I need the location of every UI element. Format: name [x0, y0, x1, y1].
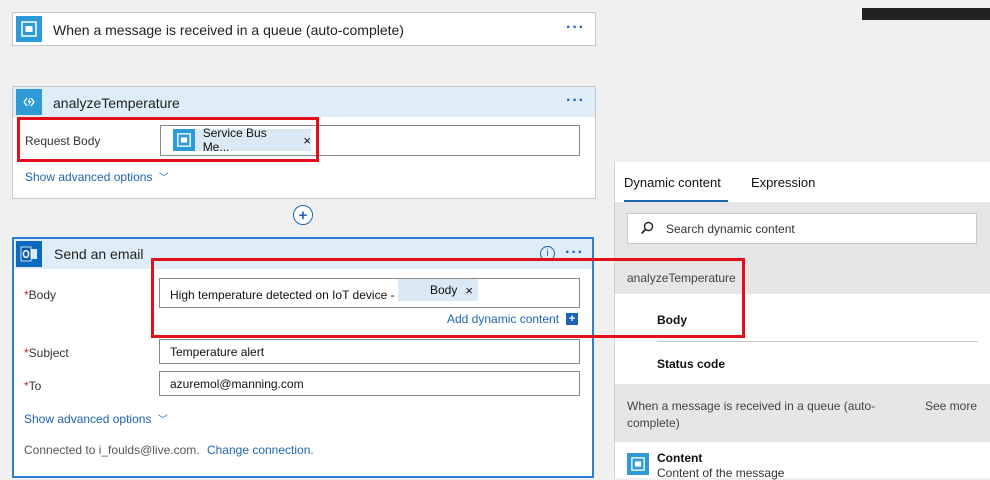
to-label-text: To — [28, 379, 42, 393]
send-email-card: Send an email i ··· *Body High temperatu… — [12, 237, 594, 478]
subject-label-text: Subject — [28, 346, 69, 360]
send-email-more-button[interactable]: ··· — [565, 244, 584, 262]
analyze-advanced-options-label: Show advanced options — [25, 170, 153, 184]
request-body-label: Request Body — [25, 134, 101, 148]
dynamic-item-body-label: Body — [657, 313, 687, 327]
to-value: azuremol@manning.com — [170, 377, 304, 391]
body-label-text: Body — [28, 288, 57, 302]
dynamic-item-content-title: Content — [657, 451, 703, 465]
to-label: *To — [24, 379, 41, 393]
body-token[interactable]: Body × — [398, 279, 478, 301]
see-more-link[interactable]: See more — [925, 399, 977, 413]
email-advanced-options-link[interactable]: Show advanced options ﹀ — [24, 411, 168, 426]
azure-function-icon — [16, 89, 42, 115]
dynamic-content-panel: Dynamic content Expression Search dynami… — [614, 162, 990, 480]
tab-dynamic-content-label: Dynamic content — [624, 175, 721, 190]
group-trigger-title: When a message is received in a queue (a… — [627, 399, 876, 430]
group-analyze-title: analyzeTemperature — [627, 271, 736, 285]
subject-value: Temperature alert — [170, 345, 265, 359]
dynamic-item-status-code[interactable]: Status code — [615, 342, 990, 384]
chevron-down-icon: ﹀ — [158, 173, 169, 184]
send-email-title: Send an email — [54, 246, 144, 262]
service-bus-icon — [16, 16, 42, 42]
body-field[interactable]: High temperature detected on IoT device … — [159, 278, 580, 308]
connection-info: Connected to i_foulds@live.com. Change c… — [24, 443, 314, 457]
tab-expression[interactable]: Expression — [751, 175, 815, 190]
info-icon-glyph: i — [546, 248, 549, 259]
add-dynamic-content-icon: + — [566, 313, 579, 325]
connected-text: Connected to i_foulds@live.com. — [24, 443, 200, 457]
analyze-title: analyzeTemperature — [53, 95, 180, 111]
add-dynamic-content-label: Add dynamic content — [447, 312, 560, 326]
analyze-card-header[interactable]: analyzeTemperature ··· — [13, 87, 595, 117]
dynamic-item-status-code-label: Status code — [657, 357, 726, 371]
group-analyze-header: analyzeTemperature — [615, 254, 990, 294]
body-token-close-icon[interactable]: × — [465, 283, 473, 298]
trigger-card[interactable]: When a message is received in a queue (a… — [12, 12, 596, 46]
plus-icon: + — [298, 206, 308, 224]
service-bus-token-close-icon[interactable]: × — [303, 133, 311, 148]
search-icon — [640, 221, 654, 240]
chevron-down-icon: ﹀ — [157, 415, 168, 426]
body-token-label: Body — [430, 283, 458, 297]
change-connection-link[interactable]: Change connection. — [207, 443, 314, 457]
trigger-title: When a message is received in a queue (a… — [53, 22, 404, 38]
dynamic-item-content[interactable]: Content Content of the message — [615, 442, 990, 480]
add-dynamic-content-link[interactable]: Add dynamic content + — [447, 312, 579, 326]
request-body-field[interactable]: Service Bus Me... × — [160, 125, 580, 156]
trigger-more-button[interactable]: ··· — [566, 19, 585, 37]
add-step-button[interactable]: + — [293, 205, 313, 225]
search-area: Search dynamic content — [615, 202, 990, 254]
analyze-more-button[interactable]: ··· — [566, 92, 585, 110]
search-placeholder: Search dynamic content — [666, 222, 795, 236]
analyze-advanced-options-link[interactable]: Show advanced options ﹀ — [25, 169, 169, 184]
service-bus-token-icon — [173, 129, 195, 151]
tab-expression-label: Expression — [751, 175, 816, 190]
outlook-icon — [16, 241, 42, 267]
service-bus-token-label: Service Bus Me... — [202, 126, 267, 154]
body-text: High temperature detected on IoT device … — [170, 288, 395, 302]
window-top-bar — [862, 8, 990, 20]
info-icon[interactable]: i — [540, 246, 555, 261]
group-trigger-header: When a message is received in a queue (a… — [615, 384, 990, 442]
service-bus-token[interactable]: Service Bus Me... × — [173, 126, 311, 154]
subject-label: *Subject — [24, 346, 69, 360]
service-bus-icon — [627, 453, 649, 475]
tab-dynamic-content[interactable]: Dynamic content — [624, 175, 721, 190]
email-advanced-options-label: Show advanced options — [24, 412, 152, 426]
search-input[interactable]: Search dynamic content — [627, 213, 977, 244]
dynamic-item-body[interactable]: Body — [615, 294, 990, 342]
analyze-card: analyzeTemperature ··· Request Body Serv… — [12, 86, 596, 199]
send-email-header[interactable]: Send an email i ··· — [14, 239, 592, 269]
body-label: *Body — [24, 288, 56, 302]
subject-field[interactable]: Temperature alert — [159, 339, 580, 364]
to-field[interactable]: azuremol@manning.com — [159, 371, 580, 396]
